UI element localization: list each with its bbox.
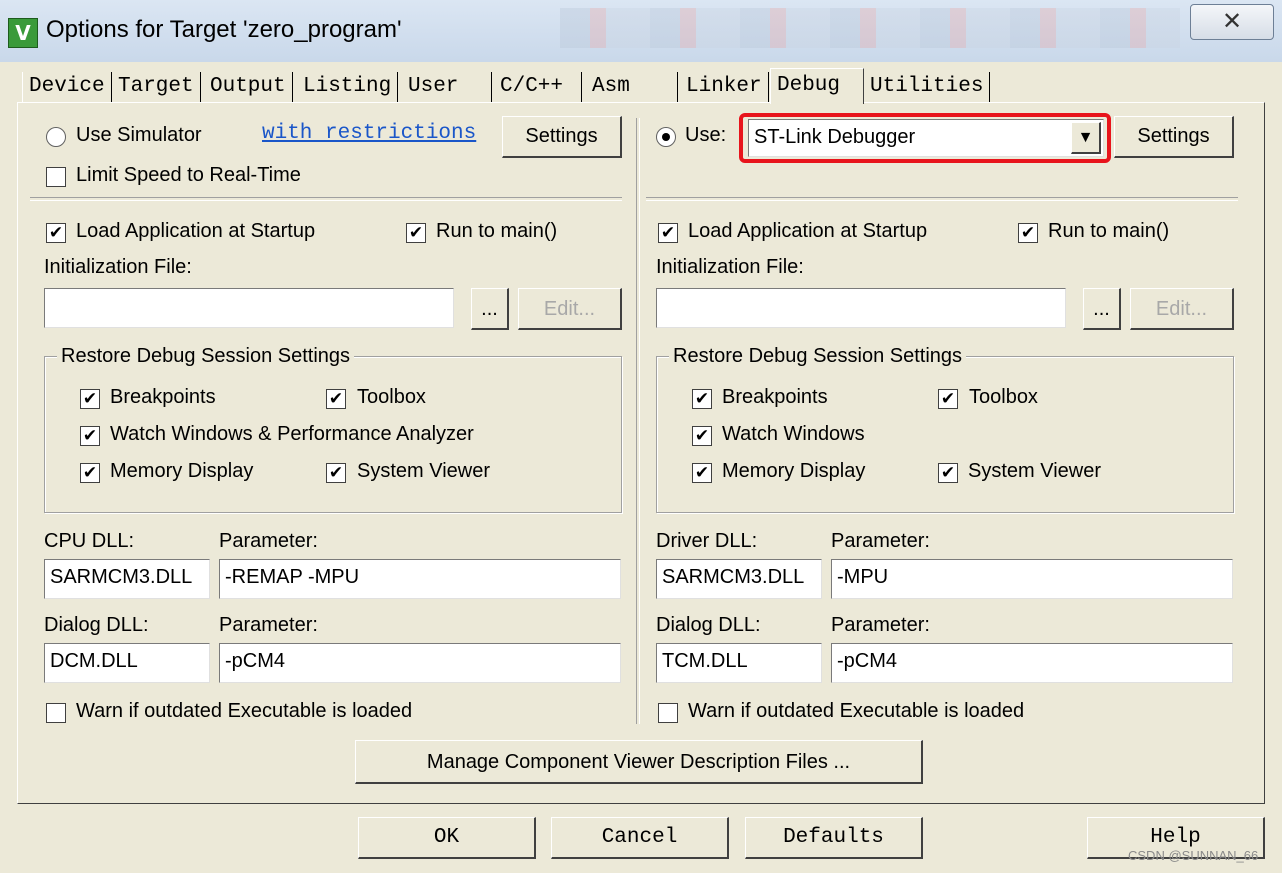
memory-display-checkbox-target[interactable]: ✔: [692, 463, 712, 483]
with-restrictions-link[interactable]: with restrictions: [262, 122, 476, 145]
driver-dll-input[interactable]: SARMCM3.DLL: [656, 559, 822, 599]
breakpoints-checkbox[interactable]: ✔: [80, 389, 100, 409]
dialog-dll-parameter-input-target[interactable]: -pCM4: [831, 643, 1233, 683]
warn-outdated-label: Warn if outdated Executable is loaded: [76, 700, 413, 722]
driver-dll-parameter-label: Parameter:: [831, 530, 930, 552]
run-to-main-label-target: Run to main(): [1048, 220, 1170, 242]
limit-speed-label: Limit Speed to Real-Time: [76, 164, 301, 186]
limit-speed-checkbox[interactable]: [46, 167, 66, 187]
run-to-main-checkbox[interactable]: ✔: [406, 223, 426, 243]
init-file-label: Initialization File:: [44, 256, 192, 278]
run-to-main-label: Run to main(): [436, 220, 558, 242]
title-bar: V Options for Target 'zero_program' ✕: [0, 0, 1282, 63]
app-icon: V: [8, 18, 38, 48]
left-divider: [30, 197, 622, 201]
breakpoints-label: Breakpoints: [110, 386, 216, 408]
load-app-label-target: Load Application at Startup: [688, 220, 928, 242]
right-divider: [646, 197, 1238, 201]
driver-dll-label: Driver DLL:: [656, 530, 758, 552]
use-debugger-label: Use:: [685, 124, 727, 146]
background-toolbar-blur: [560, 8, 1180, 48]
init-file-browse-button[interactable]: ...: [471, 288, 509, 330]
init-file-edit-button[interactable]: Edit...: [518, 288, 622, 330]
close-button[interactable]: ✕: [1190, 4, 1274, 40]
watch-windows-checkbox-target[interactable]: ✔: [692, 426, 712, 446]
load-app-label: Load Application at Startup: [76, 220, 316, 242]
load-app-checkbox[interactable]: ✔: [46, 223, 66, 243]
use-debugger-radio[interactable]: [656, 127, 676, 147]
watch-windows-label: Watch Windows & Performance Analyzer: [110, 423, 474, 445]
breakpoints-checkbox-target[interactable]: ✔: [692, 389, 712, 409]
init-file-input[interactable]: [44, 288, 454, 328]
tab-utilities[interactable]: Utilities: [864, 72, 991, 102]
tab-device[interactable]: Device: [22, 72, 112, 102]
restore-settings-title: Restore Debug Session Settings: [57, 345, 355, 368]
system-viewer-label-target: System Viewer: [968, 460, 1102, 482]
run-to-main-checkbox-target[interactable]: ✔: [1018, 223, 1038, 243]
dialog-dll-parameter-input[interactable]: -pCM4: [219, 643, 621, 683]
dialog-dll-parameter-label-target: Parameter:: [831, 614, 930, 636]
memory-display-checkbox[interactable]: ✔: [80, 463, 100, 483]
warn-outdated-checkbox-target[interactable]: [658, 703, 678, 723]
load-app-checkbox-target[interactable]: ✔: [658, 223, 678, 243]
dialog-dll-input-target[interactable]: TCM.DLL: [656, 643, 822, 683]
cpu-dll-parameter-input[interactable]: -REMAP -MPU: [219, 559, 621, 599]
defaults-button[interactable]: Defaults: [745, 817, 923, 859]
init-file-edit-button-target[interactable]: Edit...: [1130, 288, 1234, 330]
watermark: CSDN @SUNNAN_66: [1128, 848, 1259, 863]
breakpoints-label-target: Breakpoints: [722, 386, 828, 408]
toolbox-label: Toolbox: [357, 386, 426, 408]
toolbox-checkbox-target[interactable]: ✔: [938, 389, 958, 409]
cpu-dll-input[interactable]: SARMCM3.DLL: [44, 559, 210, 599]
system-viewer-checkbox[interactable]: ✔: [326, 463, 346, 483]
tab-output[interactable]: Output: [204, 72, 293, 102]
tab-asm[interactable]: Asm: [586, 72, 678, 102]
system-viewer-checkbox-target[interactable]: ✔: [938, 463, 958, 483]
use-simulator-label: Use Simulator: [76, 124, 202, 146]
dialog-dll-parameter-label: Parameter:: [219, 614, 318, 636]
watch-windows-label-target: Watch Windows: [722, 423, 865, 445]
init-file-input-target[interactable]: [656, 288, 1066, 328]
cpu-dll-parameter-label: Parameter:: [219, 530, 318, 552]
dialog-dll-label-target: Dialog DLL:: [656, 614, 761, 636]
driver-dll-parameter-input[interactable]: -MPU: [831, 559, 1233, 599]
restore-settings-title-target: Restore Debug Session Settings: [669, 345, 967, 368]
tab-user[interactable]: User: [402, 72, 492, 102]
toolbox-label-target: Toolbox: [969, 386, 1038, 408]
warn-outdated-label-target: Warn if outdated Executable is loaded: [688, 700, 1025, 722]
tab-target[interactable]: Target: [112, 72, 201, 102]
use-simulator-radio[interactable]: [46, 127, 66, 147]
memory-display-label: Memory Display: [110, 460, 254, 482]
cancel-button[interactable]: Cancel: [551, 817, 729, 859]
column-divider: [636, 118, 640, 724]
tab-linker[interactable]: Linker: [680, 72, 769, 102]
tab-c-cpp[interactable]: C/C++: [494, 72, 582, 102]
dialog-dll-input[interactable]: DCM.DLL: [44, 643, 210, 683]
ok-button[interactable]: OK: [358, 817, 536, 859]
toolbox-checkbox[interactable]: ✔: [326, 389, 346, 409]
tab-debug[interactable]: Debug: [770, 68, 864, 104]
cpu-dll-label: CPU DLL:: [44, 530, 135, 552]
init-file-browse-button-target[interactable]: ...: [1083, 288, 1121, 330]
warn-outdated-checkbox[interactable]: [46, 703, 66, 723]
system-viewer-label: System Viewer: [357, 460, 491, 482]
dialog-dll-label: Dialog DLL:: [44, 614, 149, 636]
init-file-label-target: Initialization File:: [656, 256, 804, 278]
simulator-settings-button[interactable]: Settings: [502, 116, 622, 158]
manage-component-viewer-button[interactable]: Manage Component Viewer Description File…: [355, 740, 923, 784]
window-title: Options for Target 'zero_program': [46, 16, 402, 43]
memory-display-label-target: Memory Display: [722, 460, 866, 482]
debugger-settings-button[interactable]: Settings: [1114, 116, 1234, 158]
watch-windows-checkbox[interactable]: ✔: [80, 426, 100, 446]
highlight-box: [739, 113, 1111, 163]
tab-listing[interactable]: Listing: [297, 72, 399, 102]
